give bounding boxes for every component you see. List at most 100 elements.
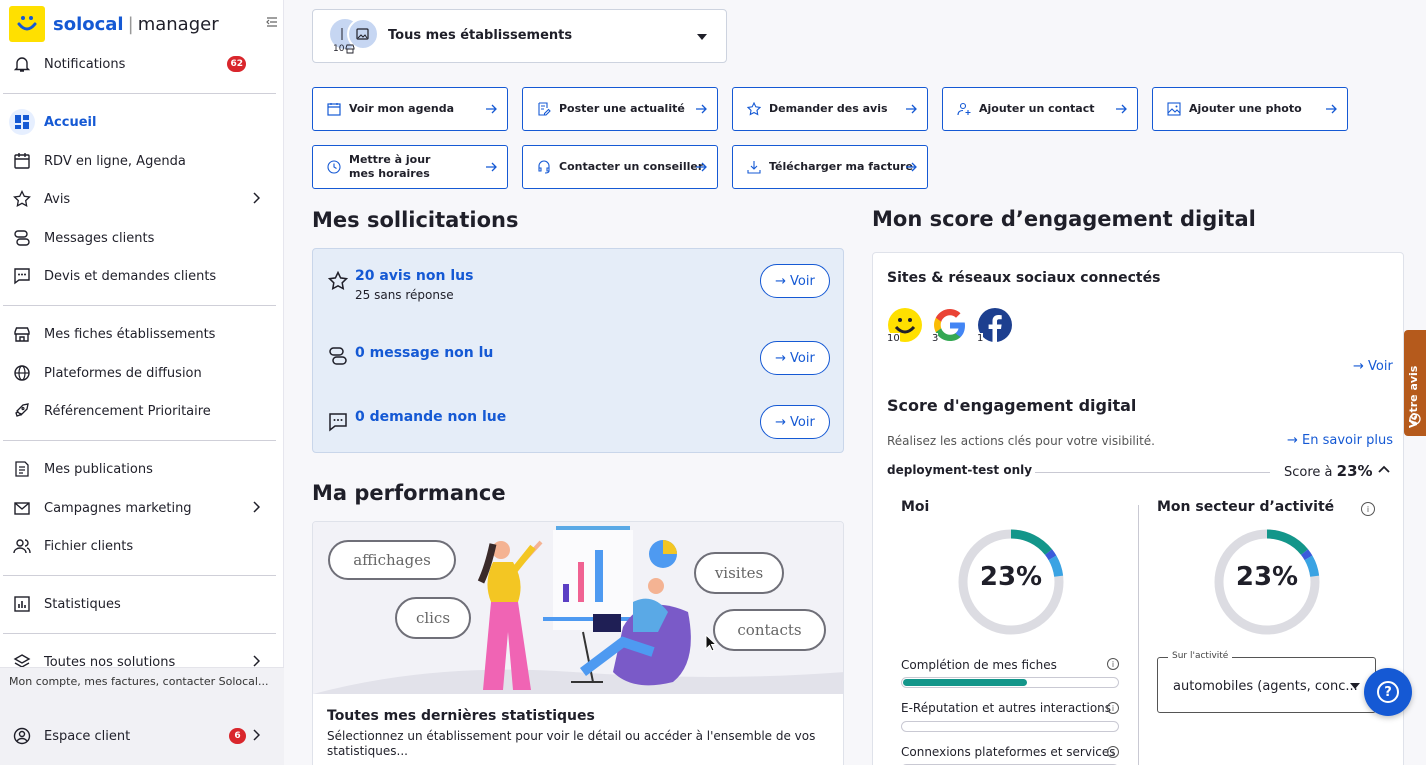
site-google[interactable]: 3 [932, 307, 968, 344]
score-label: Score à [1284, 465, 1333, 480]
sidebar-item-label: Espace client [44, 728, 131, 744]
sidebar-item-fiches[interactable]: Mes fiches établissements [0, 316, 284, 352]
link-label: Voir [1368, 359, 1393, 374]
voir-demandes-button[interactable]: → Voir [760, 405, 830, 439]
activity-value: automobiles (agents, conc... [1173, 679, 1358, 694]
progress-label: E-Réputation et autres interactions [901, 701, 1112, 715]
performance-title: Ma performance [312, 481, 506, 505]
sidebar-item-label: Avis [44, 191, 71, 207]
info-icon[interactable]: i [1361, 502, 1375, 516]
edit-icon [537, 102, 551, 116]
sollicitations-card: 20 avis non lus 25 sans réponse → Voir 0 … [312, 248, 844, 453]
info-icon[interactable]: i [1107, 746, 1119, 758]
score-description: Réalisez les actions clés pour votre vis… [887, 434, 1155, 448]
brand-logo[interactable]: solocal | manager [9, 6, 219, 42]
stats-description: Sélectionnez un établissement pour voir … [327, 729, 816, 758]
quick-action-conseiller[interactable]: Contacter un conseiller [522, 145, 718, 189]
quick-action-label: Demander des avis [769, 102, 888, 115]
sollicitation-title[interactable]: 0 demande non lue [355, 409, 506, 425]
quick-action-horaires[interactable]: Mettre à jour mes horaires [312, 145, 508, 189]
dashboard-icon [9, 109, 35, 135]
sidebar-item-publications[interactable]: Mes publications [0, 451, 284, 487]
comment-icon [328, 412, 348, 432]
quick-action-contact[interactable]: Ajouter un contact [942, 87, 1138, 131]
link-label: En savoir plus [1302, 433, 1393, 448]
engagement-title: Mon score d’engagement digital [872, 207, 1256, 231]
caret-down-icon [1350, 683, 1360, 689]
en-savoir-plus-link[interactable]: → En savoir plus [1287, 433, 1393, 448]
quick-action-label: Contacter un conseiller [559, 160, 704, 173]
help-icon: ? [1377, 681, 1399, 703]
site-solocal[interactable]: 10 [887, 307, 923, 344]
chat-icon [328, 346, 348, 366]
sidebar-item-label: Mes publications [44, 461, 153, 477]
sidebar-item-campagnes[interactable]: Campagnes marketing [0, 490, 284, 526]
selector-label: Tous mes établissements [388, 28, 573, 43]
sidebar-item-espace-client[interactable]: Espace client 6 [0, 718, 284, 754]
arrow-right-icon [1326, 104, 1337, 114]
sidebar-item-accueil[interactable]: Accueil [0, 104, 284, 140]
sidebar-item-label: Mes fiches établissements [44, 326, 216, 342]
site-facebook[interactable]: 1 [977, 307, 1013, 344]
star-icon [747, 102, 761, 116]
account-section: Mon compte, mes factures, contacter Solo… [0, 667, 284, 765]
sidebar-item-label: Plateformes de diffusion [44, 365, 202, 381]
arrow-right-icon [696, 104, 707, 114]
sollicitation-title[interactable]: 20 avis non lus [355, 268, 473, 284]
account-hint: Mon compte, mes factures, contacter Solo… [9, 675, 269, 688]
sidebar-item-fichier-clients[interactable]: Fichier clients [0, 528, 284, 564]
quick-action-label: Mettre à jour mes horaires [349, 153, 431, 180]
establishment-selector[interactable]: 10 Tous mes établissements [312, 9, 727, 63]
secteur-title: Mon secteur d’activité [1157, 499, 1335, 515]
establishment-name: deployment-test only [887, 463, 1033, 477]
calendar-icon [12, 151, 32, 171]
sidebar-item-label: Accueil [44, 114, 97, 130]
arrow-right-icon [696, 162, 707, 172]
info-icon[interactable]: i [1107, 702, 1119, 714]
sidebar-item-messages[interactable]: Messages clients [0, 220, 284, 256]
comment-icon [12, 266, 32, 286]
quick-action-facture[interactable]: Télécharger ma facture [732, 145, 928, 189]
divider [3, 575, 276, 576]
sidebar-item-plateformes[interactable]: Plateformes de diffusion [0, 355, 284, 391]
voir-sites-link[interactable]: → Voir [1353, 359, 1393, 374]
sollicitation-title[interactable]: 0 message non lu [355, 345, 493, 361]
sidebar-item-label: Statistiques [44, 596, 121, 612]
sidebar-item-label: Messages clients [44, 230, 155, 246]
quick-action-photo[interactable]: Ajouter une photo [1152, 87, 1348, 131]
sidebar-item-devis[interactable]: Devis et demandes clients [0, 258, 284, 294]
sidebar-item-avis[interactable]: Avis [0, 181, 284, 217]
activity-select[interactable]: Sur l'activité automobiles (agents, conc… [1157, 651, 1376, 713]
arrow-right-icon [906, 162, 917, 172]
sidebar-item-label: Référencement Prioritaire [44, 403, 211, 419]
brand-text: solocal | manager [53, 13, 219, 35]
progress-fill [903, 679, 1028, 686]
sidebar-item-notifications[interactable]: Notifications 62 [0, 46, 284, 82]
bubble-visites: visites [694, 552, 784, 594]
voir-avis-button[interactable]: → Voir [760, 264, 830, 298]
quick-action-label: Ajouter une photo [1189, 102, 1302, 115]
sidebar-item-rdv[interactable]: RDV en ligne, Agenda [0, 143, 284, 179]
voir-messages-button[interactable]: → Voir [760, 341, 830, 375]
sidebar-item-statistiques[interactable]: Statistiques [0, 586, 284, 622]
votre-avis-tab[interactable]: Votre avis [1404, 330, 1426, 436]
score-summary: Score à 23% [1284, 462, 1373, 480]
info-icon[interactable]: i [1107, 658, 1119, 670]
sidebar-item-referencement[interactable]: Référencement Prioritaire [0, 393, 284, 429]
chevron-up-icon[interactable] [1378, 465, 1390, 473]
performance-card[interactable]: affichages clics visites contacts Toutes… [312, 521, 844, 765]
quick-action-label: Ajouter un contact [979, 102, 1095, 115]
espace-client-badge: 6 [229, 728, 246, 744]
quick-action-avis[interactable]: Demander des avis [732, 87, 928, 131]
quick-action-agenda[interactable]: Voir mon agenda [312, 87, 508, 131]
divider [3, 305, 276, 306]
collapse-sidebar-icon[interactable] [266, 16, 278, 28]
image-icon [1167, 102, 1181, 116]
sidebar-item-label: Fichier clients [44, 538, 134, 554]
help-button[interactable]: ? [1364, 668, 1412, 716]
arrow-right-icon [906, 104, 917, 114]
download-icon [747, 160, 761, 174]
quick-action-actualite[interactable]: Poster une actualité [522, 87, 718, 131]
caret-down-icon [697, 34, 707, 40]
gauge-value: 23% [1235, 562, 1299, 592]
